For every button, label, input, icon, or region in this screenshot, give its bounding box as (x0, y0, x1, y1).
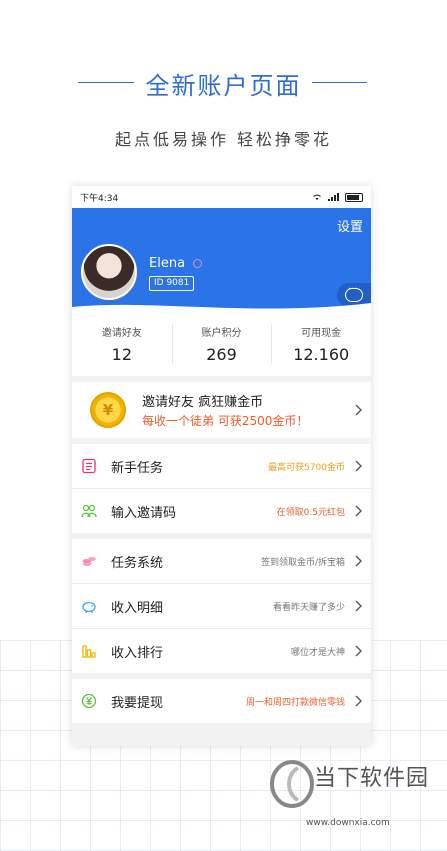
chevron-right-icon (355, 600, 362, 612)
invite-banner[interactable]: ¥ 邀请好友 疯狂赚金币 每收一个徒弟 可获2500金币！ (72, 382, 371, 438)
gold-coin-icon: ¥ (90, 392, 126, 428)
menu-item-task-system[interactable]: 任务系统 签到领取金币/拆宝箱 (72, 539, 371, 584)
menu-group-tasks: 任务系统 签到领取金币/拆宝箱 收入明细 看看昨天赚了多少 收入排行 哪位才是大… (72, 539, 371, 673)
coins-icon (82, 557, 96, 566)
stat-available-cash[interactable]: 可用现金 12.160 (271, 314, 371, 376)
menu-item-income-details[interactable]: 收入明细 看看昨天赚了多少 (72, 584, 371, 629)
footer-brand: 当下软件园 (314, 766, 430, 791)
menu-hint: 周一和周四打款微信零钱 (245, 697, 345, 708)
stat-account-points[interactable]: 账户积分 269 (171, 314, 272, 376)
menu-hint: 签到领取金币/拆宝箱 (260, 557, 345, 568)
bar-chart-icon (82, 645, 96, 658)
stat-value: 12.160 (293, 345, 350, 364)
stat-value: 269 (206, 345, 237, 364)
piggy-bank-icon (82, 601, 96, 613)
promo-subtitle: 起点低易操作 轻松挣零花 (114, 130, 333, 149)
chevron-right-icon (355, 505, 362, 517)
menu-item-invite-code[interactable]: 输入邀请码 在领取0.5元红包 (72, 489, 371, 533)
menu-label: 输入邀请码 (111, 505, 177, 521)
signal-icon (328, 193, 339, 201)
chevron-right-icon (355, 645, 362, 657)
menu-hint: 在领取0.5元红包 (276, 507, 345, 518)
username: Elena (149, 256, 203, 271)
status-icons (312, 192, 363, 202)
menu-label: 我要提现 (111, 695, 164, 711)
header-wave (72, 303, 371, 315)
stat-label: 可用现金 (301, 328, 342, 339)
menu-item-income-ranking[interactable]: 收入排行 哪位才是大神 (72, 629, 371, 673)
account-stats: 邀请好友 12 账户积分 269 可用现金 12.160 (72, 314, 371, 376)
menu-label: 新手任务 (111, 460, 164, 476)
stat-value: 12 (111, 345, 133, 364)
menu-item-withdraw[interactable]: 我要提现 周一和周四打款微信零钱 (72, 679, 371, 723)
settings-button[interactable]: 设置 (337, 216, 363, 235)
yuan-icon (81, 693, 97, 709)
menu-label: 收入明细 (111, 600, 164, 616)
menu-group-newbie: 新手任务 最高可获5700金币 输入邀请码 在领取0.5元红包 (72, 444, 371, 533)
status-bar: 下午4:34 (72, 186, 371, 208)
avatar[interactable] (81, 244, 137, 300)
chevron-right-icon (355, 404, 362, 416)
chevron-right-icon (355, 695, 362, 707)
phone-screen: 下午4:34 设置 Elena ID 9081 邀请好友 (72, 186, 371, 746)
stat-label: 账户积分 (201, 328, 242, 339)
username-text: Elena (149, 256, 186, 271)
invite-title: 邀请好友 疯狂赚金币 (142, 395, 264, 410)
female-icon (193, 259, 203, 268)
downxia-logo-icon (270, 760, 314, 808)
chevron-right-icon (355, 460, 362, 472)
menu-item-newbie-tasks[interactable]: 新手任务 最高可获5700金币 (72, 444, 371, 489)
menu-hint: 哪位才是大神 (290, 647, 345, 658)
battery-icon (345, 192, 363, 202)
people-icon (81, 504, 97, 518)
stat-invited-friends[interactable]: 邀请好友 12 (72, 314, 172, 376)
menu-label: 收入排行 (111, 645, 164, 661)
status-time: 下午4:34 (80, 193, 119, 204)
footer-url: www.downxia.com (306, 818, 390, 828)
user-id-badge: ID 9081 (149, 276, 195, 291)
promo-title: 全新账户页面 (145, 72, 302, 100)
menu-group-withdraw: 我要提现 周一和周四打款微信零钱 (72, 679, 371, 723)
invite-subtitle: 每收一个徒弟 可获2500金币！ (142, 414, 309, 428)
menu-hint: 看看昨天赚了多少 (272, 602, 345, 613)
chevron-right-icon (355, 555, 362, 567)
menu-label: 任务系统 (111, 555, 164, 571)
profile-header: 设置 Elena ID 9081 (72, 208, 371, 315)
invite-text: 邀请好友 疯狂赚金币 每收一个徒弟 可获2500金币！ (142, 391, 308, 429)
wifi-icon (313, 194, 321, 200)
menu-hint: 最高可获5700金币 (268, 462, 345, 473)
task-list-icon (82, 458, 96, 474)
stat-label: 邀请好友 (101, 328, 142, 339)
